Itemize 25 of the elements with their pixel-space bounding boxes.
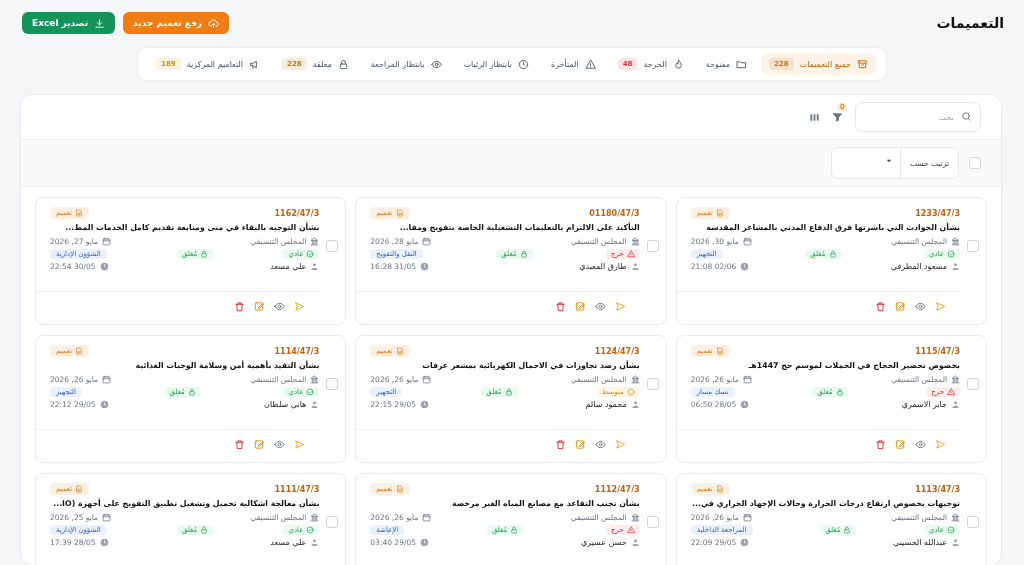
owner-name: علي مسعد xyxy=(270,538,307,547)
page-title: التعميمات xyxy=(936,15,1004,31)
reference-number: 1111/47/3 xyxy=(274,484,320,494)
reference-number: 1162/47/3 xyxy=(274,208,320,218)
filter-tab[interactable]: بانتظار الرئيات xyxy=(455,53,537,75)
reference-number: 1233/47/3 xyxy=(915,208,960,218)
owner-name: جابر الاسمري xyxy=(901,400,947,409)
reference-number: 1113/47/3 xyxy=(915,484,960,494)
reference-number: 1124/47/3 xyxy=(594,346,640,356)
owner-name: حسن عسيري xyxy=(580,538,627,547)
owner-name: عبدالله الحسيني xyxy=(893,538,947,547)
export-button[interactable]: تصدير Excel xyxy=(22,12,116,34)
reference-number: 01180/47/3 xyxy=(589,208,640,218)
reference-number: 1115/47/3 xyxy=(915,346,960,356)
reference-number: 1114/47/3 xyxy=(274,346,320,356)
filter-tab[interactable]: مفتوحة xyxy=(697,53,755,75)
owner-name: مسعود المطرفي xyxy=(890,262,947,271)
reference-number: 1112/47/3 xyxy=(594,484,640,494)
owner-name: محمود سالم xyxy=(585,400,627,409)
owner-name: هاني سلطان xyxy=(264,400,307,409)
filter-tab[interactable]: بانتظار المراجعة xyxy=(362,53,450,75)
owner-name: علي مسعد xyxy=(270,262,307,271)
filter-tab[interactable]: المتأخرة xyxy=(542,53,604,75)
owner-name: طارق المعبدي xyxy=(579,262,627,271)
search-field[interactable]: بحث xyxy=(855,102,981,132)
